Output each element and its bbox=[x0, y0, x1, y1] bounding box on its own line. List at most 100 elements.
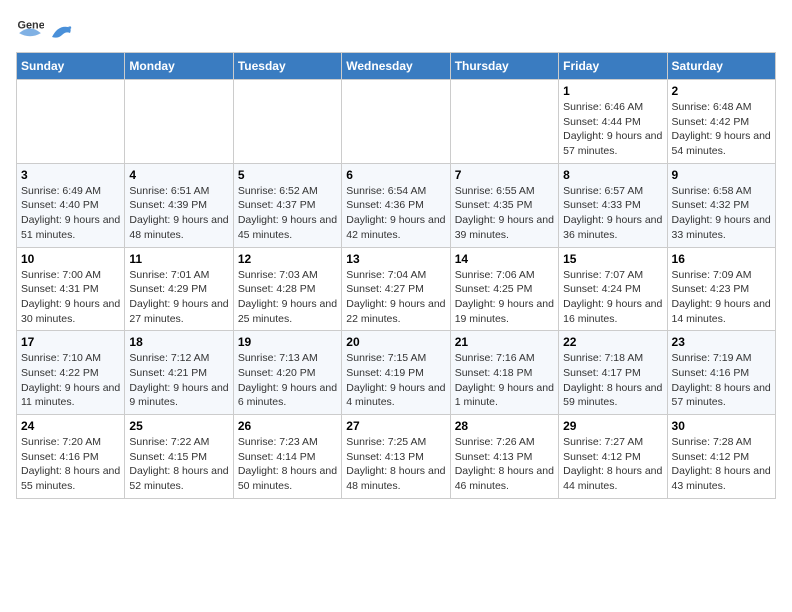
day-number: 8 bbox=[563, 168, 662, 182]
day-number: 23 bbox=[672, 335, 771, 349]
logo-bird-icon bbox=[50, 23, 72, 41]
day-detail: Sunrise: 7:01 AM Sunset: 4:29 PM Dayligh… bbox=[129, 268, 228, 327]
calendar-cell: 26 Sunrise: 7:23 AM Sunset: 4:14 PM Dayli… bbox=[233, 415, 341, 499]
day-detail: Sunrise: 7:18 AM Sunset: 4:17 PM Dayligh… bbox=[563, 351, 662, 410]
day-number: 30 bbox=[672, 419, 771, 433]
calendar-cell: 30 Sunrise: 7:28 AM Sunset: 4:12 PM Dayli… bbox=[667, 415, 775, 499]
day-number: 29 bbox=[563, 419, 662, 433]
day-detail: Sunrise: 7:03 AM Sunset: 4:28 PM Dayligh… bbox=[238, 268, 337, 327]
day-detail: Sunrise: 7:22 AM Sunset: 4:15 PM Dayligh… bbox=[129, 435, 228, 494]
day-detail: Sunrise: 7:07 AM Sunset: 4:24 PM Dayligh… bbox=[563, 268, 662, 327]
day-detail: Sunrise: 7:20 AM Sunset: 4:16 PM Dayligh… bbox=[21, 435, 120, 494]
day-number: 28 bbox=[455, 419, 554, 433]
calendar-cell bbox=[233, 80, 341, 164]
day-detail: Sunrise: 7:12 AM Sunset: 4:21 PM Dayligh… bbox=[129, 351, 228, 410]
day-number: 5 bbox=[238, 168, 337, 182]
calendar-week-2: 3 Sunrise: 6:49 AM Sunset: 4:40 PM Daylig… bbox=[17, 163, 776, 247]
day-number: 11 bbox=[129, 252, 228, 266]
day-number: 16 bbox=[672, 252, 771, 266]
logo-icon: General bbox=[16, 16, 44, 44]
day-number: 21 bbox=[455, 335, 554, 349]
day-detail: Sunrise: 7:09 AM Sunset: 4:23 PM Dayligh… bbox=[672, 268, 771, 327]
calendar-header-row: SundayMondayTuesdayWednesdayThursdayFrid… bbox=[17, 53, 776, 80]
calendar-cell: 1Sunrise: 6:46 AM Sunset: 4:44 PM Daylig… bbox=[559, 80, 667, 164]
day-number: 12 bbox=[238, 252, 337, 266]
day-detail: Sunrise: 6:46 AM Sunset: 4:44 PM Dayligh… bbox=[563, 100, 662, 159]
calendar-table: SundayMondayTuesdayWednesdayThursdayFrid… bbox=[16, 52, 776, 499]
calendar-cell: 6 Sunrise: 6:54 AM Sunset: 4:36 PM Daylig… bbox=[342, 163, 450, 247]
day-number: 17 bbox=[21, 335, 120, 349]
day-number: 2 bbox=[672, 84, 771, 98]
calendar-cell: 9 Sunrise: 6:58 AM Sunset: 4:32 PM Daylig… bbox=[667, 163, 775, 247]
calendar-cell bbox=[450, 80, 558, 164]
day-detail: Sunrise: 6:49 AM Sunset: 4:40 PM Dayligh… bbox=[21, 184, 120, 243]
calendar-cell: 2 Sunrise: 6:48 AM Sunset: 4:42 PM Daylig… bbox=[667, 80, 775, 164]
calendar-cell: 17 Sunrise: 7:10 AM Sunset: 4:22 PM Dayli… bbox=[17, 331, 125, 415]
calendar-cell: 22 Sunrise: 7:18 AM Sunset: 4:17 PM Dayli… bbox=[559, 331, 667, 415]
day-number: 6 bbox=[346, 168, 445, 182]
day-detail: Sunrise: 6:58 AM Sunset: 4:32 PM Dayligh… bbox=[672, 184, 771, 243]
day-number: 13 bbox=[346, 252, 445, 266]
calendar-cell: 24 Sunrise: 7:20 AM Sunset: 4:16 PM Dayli… bbox=[17, 415, 125, 499]
day-number: 9 bbox=[672, 168, 771, 182]
calendar-cell: 12 Sunrise: 7:03 AM Sunset: 4:28 PM Dayli… bbox=[233, 247, 341, 331]
day-detail: Sunrise: 6:54 AM Sunset: 4:36 PM Dayligh… bbox=[346, 184, 445, 243]
day-detail: Sunrise: 7:23 AM Sunset: 4:14 PM Dayligh… bbox=[238, 435, 337, 494]
calendar-cell: 11 Sunrise: 7:01 AM Sunset: 4:29 PM Dayli… bbox=[125, 247, 233, 331]
calendar-cell: 28 Sunrise: 7:26 AM Sunset: 4:13 PM Dayli… bbox=[450, 415, 558, 499]
day-detail: Sunrise: 7:26 AM Sunset: 4:13 PM Dayligh… bbox=[455, 435, 554, 494]
calendar-cell: 25 Sunrise: 7:22 AM Sunset: 4:15 PM Dayli… bbox=[125, 415, 233, 499]
calendar-cell bbox=[342, 80, 450, 164]
day-number: 26 bbox=[238, 419, 337, 433]
day-number: 10 bbox=[21, 252, 120, 266]
calendar-cell: 7 Sunrise: 6:55 AM Sunset: 4:35 PM Daylig… bbox=[450, 163, 558, 247]
calendar-cell: 19 Sunrise: 7:13 AM Sunset: 4:20 PM Dayli… bbox=[233, 331, 341, 415]
day-detail: Sunrise: 6:55 AM Sunset: 4:35 PM Dayligh… bbox=[455, 184, 554, 243]
calendar-cell: 18 Sunrise: 7:12 AM Sunset: 4:21 PM Dayli… bbox=[125, 331, 233, 415]
calendar-cell: 13 Sunrise: 7:04 AM Sunset: 4:27 PM Dayli… bbox=[342, 247, 450, 331]
calendar-week-4: 17 Sunrise: 7:10 AM Sunset: 4:22 PM Dayli… bbox=[17, 331, 776, 415]
day-number: 14 bbox=[455, 252, 554, 266]
day-number: 24 bbox=[21, 419, 120, 433]
day-number: 25 bbox=[129, 419, 228, 433]
day-detail: Sunrise: 7:13 AM Sunset: 4:20 PM Dayligh… bbox=[238, 351, 337, 410]
page-header: General bbox=[16, 16, 776, 44]
calendar-cell: 15 Sunrise: 7:07 AM Sunset: 4:24 PM Dayli… bbox=[559, 247, 667, 331]
day-detail: Sunrise: 6:57 AM Sunset: 4:33 PM Dayligh… bbox=[563, 184, 662, 243]
day-detail: Sunrise: 7:04 AM Sunset: 4:27 PM Dayligh… bbox=[346, 268, 445, 327]
day-detail: Sunrise: 7:00 AM Sunset: 4:31 PM Dayligh… bbox=[21, 268, 120, 327]
calendar-cell: 20 Sunrise: 7:15 AM Sunset: 4:19 PM Dayli… bbox=[342, 331, 450, 415]
calendar-cell: 29Sunrise: 7:27 AM Sunset: 4:12 PM Dayli… bbox=[559, 415, 667, 499]
day-detail: Sunrise: 7:16 AM Sunset: 4:18 PM Dayligh… bbox=[455, 351, 554, 410]
day-number: 19 bbox=[238, 335, 337, 349]
calendar-cell: 27Sunrise: 7:25 AM Sunset: 4:13 PM Dayli… bbox=[342, 415, 450, 499]
calendar-cell: 21 Sunrise: 7:16 AM Sunset: 4:18 PM Dayli… bbox=[450, 331, 558, 415]
calendar-week-3: 10 Sunrise: 7:00 AM Sunset: 4:31 PM Dayli… bbox=[17, 247, 776, 331]
calendar-week-1: 1Sunrise: 6:46 AM Sunset: 4:44 PM Daylig… bbox=[17, 80, 776, 164]
day-detail: Sunrise: 6:48 AM Sunset: 4:42 PM Dayligh… bbox=[672, 100, 771, 159]
day-detail: Sunrise: 7:28 AM Sunset: 4:12 PM Dayligh… bbox=[672, 435, 771, 494]
day-detail: Sunrise: 7:10 AM Sunset: 4:22 PM Dayligh… bbox=[21, 351, 120, 410]
day-detail: Sunrise: 7:15 AM Sunset: 4:19 PM Dayligh… bbox=[346, 351, 445, 410]
day-number: 4 bbox=[129, 168, 228, 182]
day-number: 7 bbox=[455, 168, 554, 182]
day-number: 15 bbox=[563, 252, 662, 266]
calendar-cell bbox=[125, 80, 233, 164]
day-detail: Sunrise: 7:25 AM Sunset: 4:13 PM Dayligh… bbox=[346, 435, 445, 494]
calendar-cell: 10 Sunrise: 7:00 AM Sunset: 4:31 PM Dayli… bbox=[17, 247, 125, 331]
day-number: 22 bbox=[563, 335, 662, 349]
calendar-cell bbox=[17, 80, 125, 164]
day-number: 18 bbox=[129, 335, 228, 349]
day-number: 3 bbox=[21, 168, 120, 182]
day-detail: Sunrise: 7:06 AM Sunset: 4:25 PM Dayligh… bbox=[455, 268, 554, 327]
day-detail: Sunrise: 7:19 AM Sunset: 4:16 PM Dayligh… bbox=[672, 351, 771, 410]
calendar-cell: 23 Sunrise: 7:19 AM Sunset: 4:16 PM Dayli… bbox=[667, 331, 775, 415]
calendar-cell: 16 Sunrise: 7:09 AM Sunset: 4:23 PM Dayli… bbox=[667, 247, 775, 331]
calendar-cell: 14 Sunrise: 7:06 AM Sunset: 4:25 PM Dayli… bbox=[450, 247, 558, 331]
calendar-header-tuesday: Tuesday bbox=[233, 53, 341, 80]
day-number: 20 bbox=[346, 335, 445, 349]
day-detail: Sunrise: 6:52 AM Sunset: 4:37 PM Dayligh… bbox=[238, 184, 337, 243]
calendar-header-wednesday: Wednesday bbox=[342, 53, 450, 80]
calendar-cell: 3 Sunrise: 6:49 AM Sunset: 4:40 PM Daylig… bbox=[17, 163, 125, 247]
calendar-week-5: 24 Sunrise: 7:20 AM Sunset: 4:16 PM Dayli… bbox=[17, 415, 776, 499]
